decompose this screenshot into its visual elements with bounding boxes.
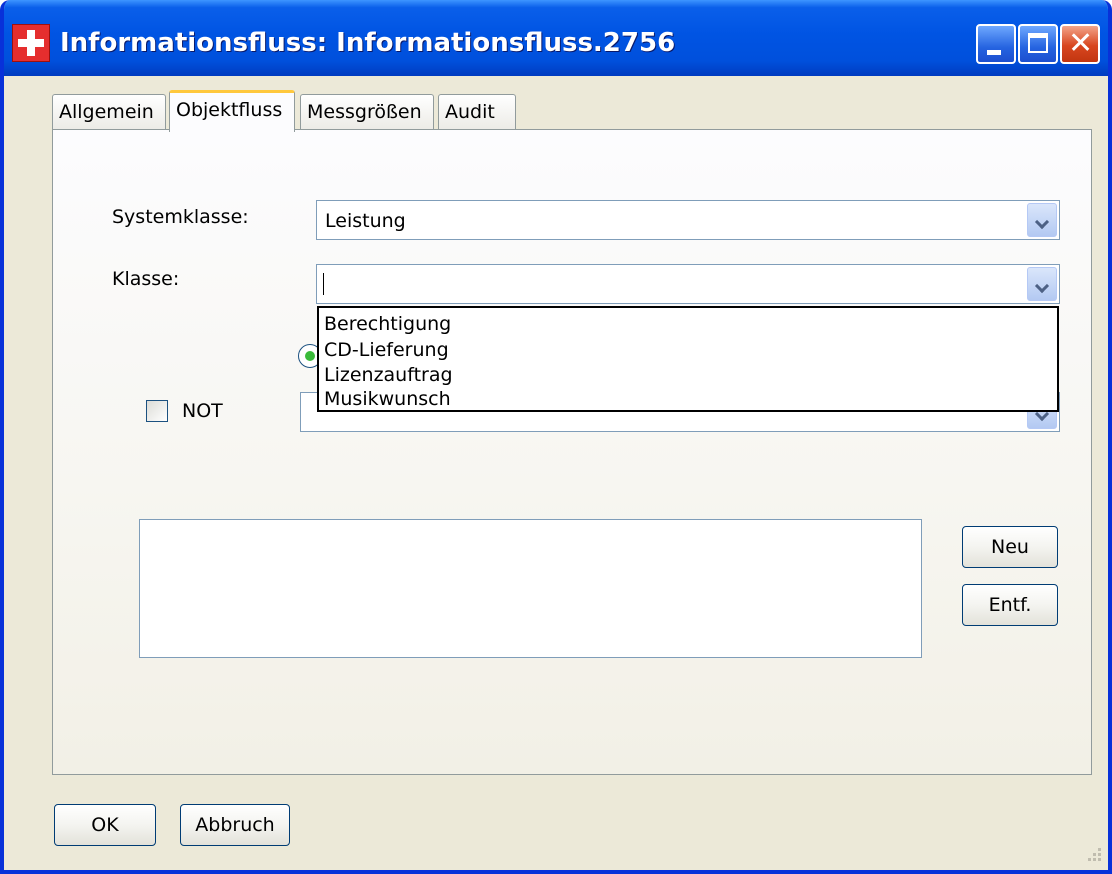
new-button[interactable]: Neu	[962, 526, 1058, 568]
cancel-button[interactable]: Abbruch	[180, 804, 290, 846]
close-icon: ✕	[1068, 26, 1094, 61]
minimize-button[interactable]	[976, 24, 1016, 64]
dropdown-option[interactable]: Berechtigung	[324, 313, 451, 335]
app-cross-icon	[12, 24, 50, 62]
tab-audit[interactable]: Audit	[438, 94, 516, 130]
klasse-label: Klasse:	[112, 268, 180, 290]
title-bar[interactable]: Informationsfluss: Informationsfluss.275…	[4, 0, 1108, 76]
dropdown-option[interactable]: Musikwunsch	[324, 388, 451, 410]
dropdown-option[interactable]: Lizenzauftrag	[324, 364, 453, 386]
close-button[interactable]: ✕	[1060, 24, 1100, 64]
chevron-down-icon[interactable]	[1027, 267, 1057, 301]
systemklasse-label: Systemklasse:	[112, 206, 249, 228]
window-title: Informationsfluss: Informationsfluss.275…	[60, 28, 676, 58]
klasse-dropdown-list[interactable]: Berechtigung CD-Lieferung Lizenzauftrag …	[317, 306, 1059, 412]
items-listbox[interactable]	[139, 519, 922, 658]
chevron-down-icon[interactable]	[1027, 203, 1057, 237]
ok-button[interactable]: OK	[54, 804, 156, 846]
not-checkbox[interactable]	[146, 400, 168, 422]
tab-objektfluss[interactable]: Objektfluss	[169, 90, 295, 132]
dialog-window: Informationsfluss: Informationsfluss.275…	[0, 0, 1112, 874]
resize-grip-icon[interactable]	[1084, 846, 1102, 864]
not-label: NOT	[182, 400, 223, 422]
maximize-button[interactable]	[1018, 24, 1058, 64]
tab-allgemein[interactable]: Allgemein	[52, 94, 166, 130]
tab-messgroessen[interactable]: Messgrößen	[300, 94, 434, 130]
systemklasse-combobox[interactable]: Leistung	[316, 200, 1060, 240]
dropdown-option[interactable]: CD-Lieferung	[324, 339, 449, 361]
systemklasse-value: Leistung	[325, 210, 406, 232]
remove-button[interactable]: Entf.	[962, 584, 1058, 626]
text-caret	[323, 273, 324, 295]
klasse-combobox[interactable]	[316, 264, 1060, 304]
